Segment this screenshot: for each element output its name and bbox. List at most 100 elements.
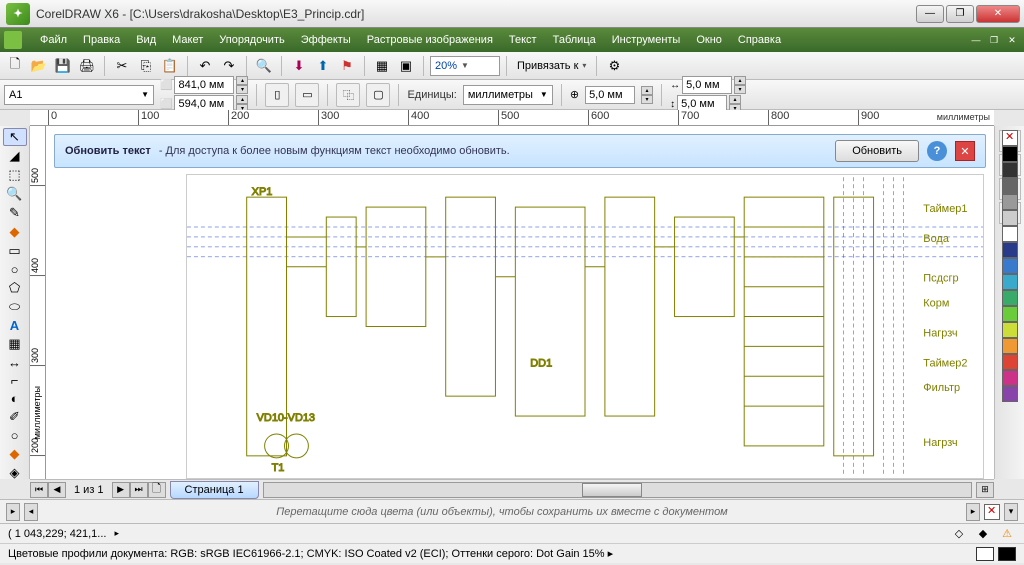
zoom-tool[interactable]: 🔍	[3, 185, 27, 203]
pick-tool[interactable]: ↖	[3, 128, 27, 146]
dup-x-input[interactable]: 5,0 мм	[682, 76, 732, 94]
navigator-button[interactable]: ⊞	[976, 482, 994, 498]
save-button[interactable]: 💾	[52, 55, 74, 77]
table-tool[interactable]: ▦	[3, 335, 27, 353]
fill-indicator-icon[interactable]: ◇	[950, 526, 968, 542]
update-button[interactable]: Обновить	[835, 140, 919, 162]
spin-up[interactable]: ▴	[734, 76, 746, 85]
menu-file[interactable]: Файл	[32, 34, 75, 46]
next-page-button[interactable]: ▶	[112, 482, 130, 498]
color-swatch[interactable]	[1002, 210, 1018, 226]
menu-tools[interactable]: Инструменты	[604, 34, 689, 46]
menu-window[interactable]: Окно	[688, 34, 730, 46]
options-button[interactable]: ⚙	[603, 55, 625, 77]
coords-expand-icon[interactable]: ▸	[114, 528, 119, 539]
doc-restore-button[interactable]: ❐	[986, 33, 1002, 47]
crop-tool[interactable]: ⬚	[3, 166, 27, 184]
publish-pdf-button[interactable]: ⚑	[336, 55, 358, 77]
color-swatch[interactable]	[1002, 226, 1018, 242]
freehand-tool[interactable]: ✎	[3, 204, 27, 222]
color-swatch[interactable]	[1002, 258, 1018, 274]
color-swatch[interactable]	[1002, 322, 1018, 338]
spin-up[interactable]: ▴	[236, 95, 248, 104]
interactive-tool[interactable]: ◐	[3, 390, 27, 407]
undo-button[interactable]: ↶	[194, 55, 216, 77]
polygon-tool[interactable]: ⬠	[3, 279, 27, 297]
current-outline-swatch[interactable]	[976, 547, 994, 561]
smart-fill-tool[interactable]: ◆	[3, 223, 27, 241]
page-tab[interactable]: Страница 1	[170, 481, 259, 499]
menu-help[interactable]: Справка	[730, 34, 789, 46]
print-button[interactable]: 🖨	[76, 55, 98, 77]
color-swatch[interactable]	[1002, 162, 1018, 178]
color-swatch[interactable]	[1002, 354, 1018, 370]
paste-button[interactable]: 📋	[159, 55, 181, 77]
menu-effects[interactable]: Эффекты	[293, 34, 359, 46]
units-combo[interactable]: миллиметры ▼	[463, 85, 553, 105]
minimize-button[interactable]: —	[916, 5, 944, 23]
last-page-button[interactable]: ⏭	[130, 482, 148, 498]
paper-preset-combo[interactable]: A1 ▼	[4, 85, 154, 105]
color-swatch[interactable]	[1002, 194, 1018, 210]
outline-tool[interactable]: ○	[3, 427, 27, 444]
color-swatch[interactable]	[1002, 178, 1018, 194]
color-swatch[interactable]	[1002, 370, 1018, 386]
app-launcher-button[interactable]: ▦	[371, 55, 393, 77]
connector-tool[interactable]: ⌐	[3, 372, 27, 389]
palette-expand-button[interactable]: ▾	[1004, 503, 1018, 521]
landscape-button[interactable]: ▭	[295, 83, 319, 107]
color-swatch[interactable]	[1002, 290, 1018, 306]
ellipse-tool[interactable]: ○	[3, 261, 27, 278]
portrait-button[interactable]: ▯	[265, 83, 289, 107]
welcome-button[interactable]: ▣	[395, 55, 417, 77]
app-menu-icon[interactable]	[4, 31, 22, 49]
spin-down[interactable]: ▾	[641, 95, 653, 104]
current-page-button[interactable]: ▢	[366, 83, 390, 107]
copy-button[interactable]: ⎘	[135, 55, 157, 77]
color-swatch[interactable]	[1002, 274, 1018, 290]
all-pages-button[interactable]: ⿻	[336, 83, 360, 107]
shape-tool[interactable]: ◢	[3, 147, 27, 165]
zoom-combo[interactable]: 20% ▼	[430, 56, 500, 76]
interactive-fill-tool[interactable]: ◈	[3, 464, 27, 482]
spin-up[interactable]: ▴	[641, 86, 653, 95]
eyedropper-tool[interactable]: ✐	[3, 408, 27, 426]
no-color-swatch[interactable]: ✕	[1002, 130, 1018, 146]
schematic-drawing[interactable]: VD10-VD13 T1 DD1 XP1 Таймер1 Вода Псдсгр…	[186, 174, 984, 479]
color-swatch[interactable]	[1002, 306, 1018, 322]
notice-close-button[interactable]: ✕	[955, 141, 975, 161]
first-page-button[interactable]: ⏮	[30, 482, 48, 498]
color-swatch[interactable]	[1002, 338, 1018, 354]
import-button[interactable]: ⬇	[288, 55, 310, 77]
color-swatch[interactable]	[1002, 146, 1018, 162]
no-fill-swatch[interactable]: ✕	[984, 504, 1000, 520]
menu-view[interactable]: Вид	[128, 34, 164, 46]
menu-edit[interactable]: Правка	[75, 34, 128, 46]
nudge-input[interactable]: 5,0 мм	[585, 86, 635, 104]
redo-button[interactable]: ↷	[218, 55, 240, 77]
new-button[interactable]: 🗋	[4, 55, 26, 77]
open-button[interactable]: 📂	[28, 55, 50, 77]
add-page-button[interactable]: 🗋	[148, 482, 166, 498]
dimension-tool[interactable]: ↔	[3, 354, 27, 371]
menu-arrange[interactable]: Упорядочить	[211, 34, 292, 46]
prev-page-button[interactable]: ◀	[48, 482, 66, 498]
current-fill-swatch[interactable]	[998, 547, 1016, 561]
ruler-horizontal[interactable]: 0 100 200 300 400 500 600 700 800 900 ми…	[30, 110, 994, 126]
color-swatch[interactable]	[1002, 242, 1018, 258]
text-tool[interactable]: A	[3, 317, 27, 334]
spin-up[interactable]: ▴	[729, 95, 741, 104]
help-icon[interactable]: ?	[927, 141, 947, 161]
fill-tool[interactable]: ◆	[3, 445, 27, 463]
doc-minimize-button[interactable]: —	[968, 33, 984, 47]
restore-button[interactable]: ❐	[946, 5, 974, 23]
ruler-vertical[interactable]: 500 400 300 200 миллиметры	[30, 126, 46, 479]
export-button[interactable]: ⬆	[312, 55, 334, 77]
status-alert-icon[interactable]: ⚠	[998, 526, 1016, 542]
palette-menu-button[interactable]: ▸	[6, 503, 20, 521]
menu-table[interactable]: Таблица	[545, 34, 604, 46]
scrollbar-thumb[interactable]	[582, 483, 642, 497]
palette-next-button[interactable]: ▸	[966, 503, 980, 521]
rectangle-tool[interactable]: ▭	[3, 242, 27, 260]
canvas[interactable]: Обновить текст - Для доступа к более нов…	[46, 126, 994, 479]
